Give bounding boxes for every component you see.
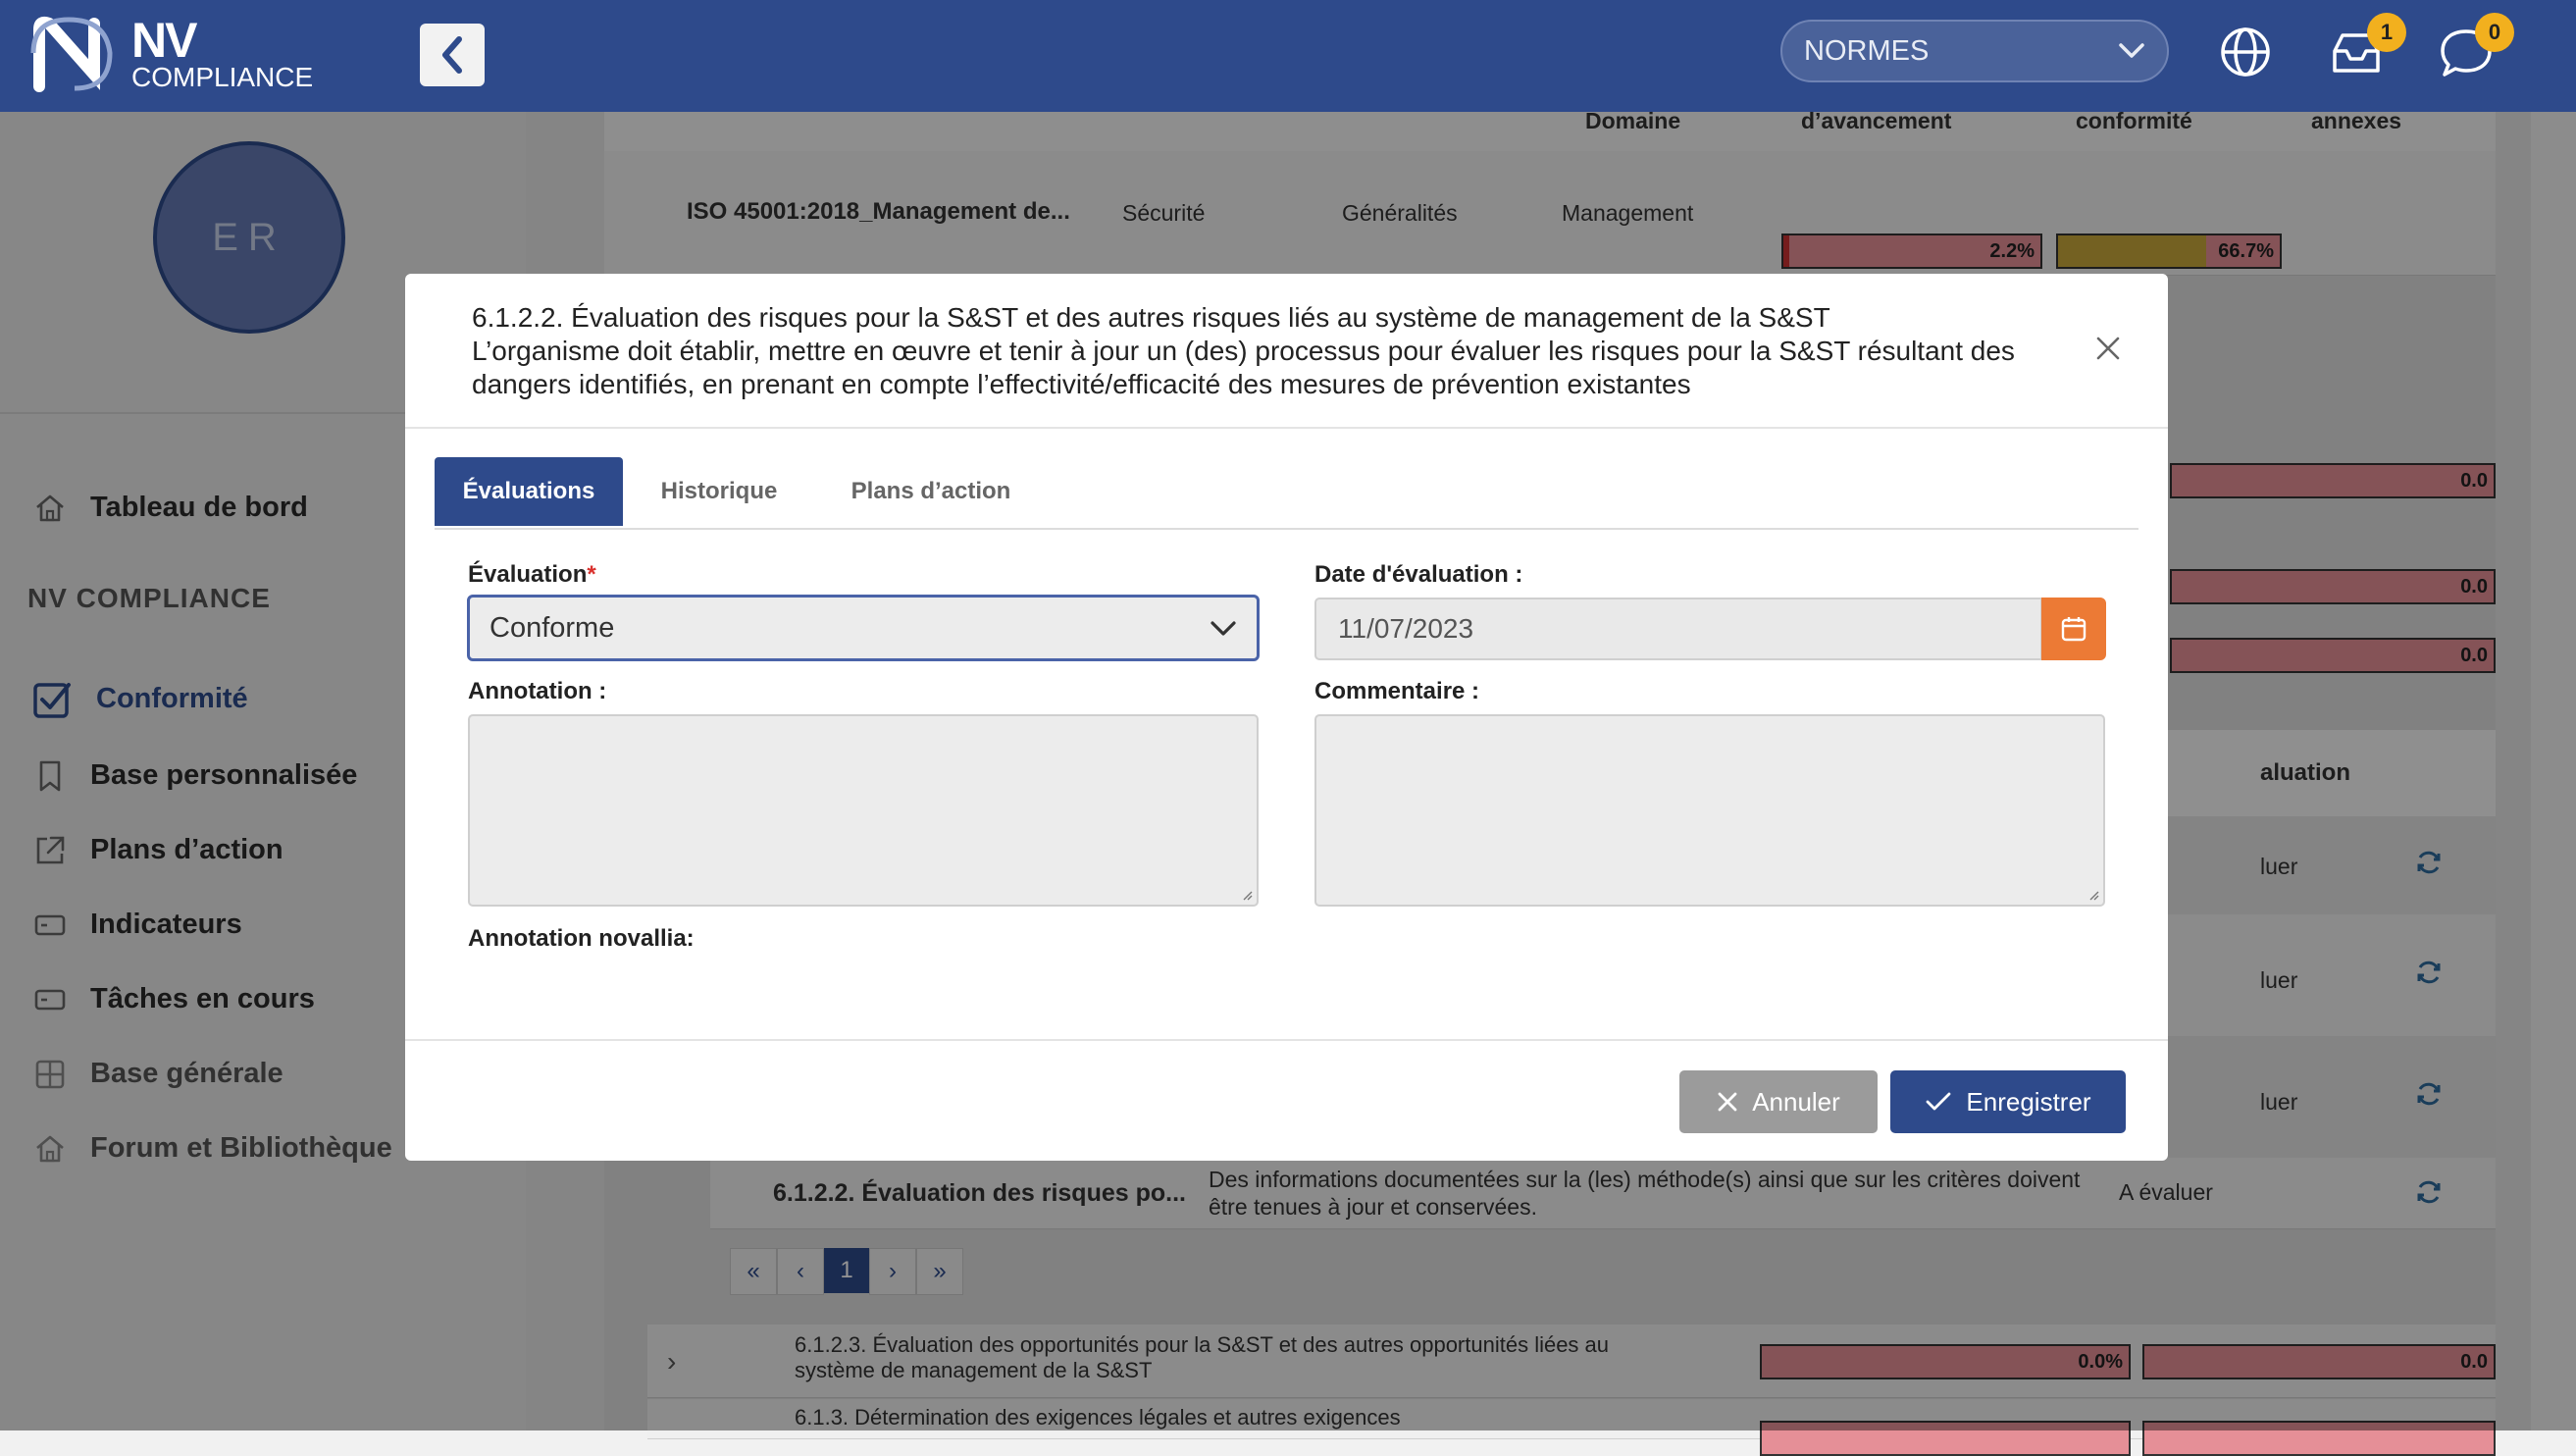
norme-select-value: NORMES (1804, 34, 1930, 67)
modal-tabs: Évaluations Historique Plans d’action (435, 457, 2138, 530)
chevron-down-icon (1211, 621, 1236, 636)
logo-mark-icon (30, 16, 113, 92)
modal-title: 6.1.2.2. Évaluation des risques pour la … (472, 302, 1830, 333)
annotation-textarea[interactable] (468, 714, 1259, 907)
close-icon (1718, 1092, 1737, 1112)
calendar-icon (2061, 617, 2087, 642)
resize-grip-icon[interactable] (1241, 889, 1253, 901)
logo-subtext: COMPLIANCE (131, 62, 314, 92)
tab-historique[interactable]: Historique (627, 457, 811, 526)
chevron-left-icon (442, 36, 462, 74)
top-bar: NV COMPLIANCE NORMES 1 0 (0, 0, 2576, 112)
app-logo[interactable]: NV COMPLIANCE (29, 14, 313, 94)
save-button-label: Enregistrer (1966, 1086, 2091, 1117)
annotation-label: Annotation : (468, 678, 607, 704)
logo-text: NV (131, 13, 197, 68)
modal-header: 6.1.2.2. Évaluation des risques pour la … (405, 274, 2168, 429)
cancel-button[interactable]: Annuler (1679, 1070, 1878, 1133)
evaluation-modal: 6.1.2.2. Évaluation des risques pour la … (405, 274, 2168, 1161)
globe-icon (2221, 27, 2270, 77)
date-picker-button[interactable] (2041, 598, 2106, 660)
norme-select[interactable]: NORMES (1780, 20, 2169, 82)
resize-grip-icon[interactable] (2087, 889, 2099, 901)
chevron-down-icon (2119, 43, 2144, 58)
evaluation-select[interactable]: Conforme (467, 595, 1260, 661)
tab-evaluations[interactable]: Évaluations (435, 457, 623, 526)
date-input-value: 11/07/2023 (1338, 613, 1474, 644)
chat-badge: 0 (2475, 13, 2514, 52)
evaluation-select-value: Conforme (489, 611, 615, 644)
cancel-button-label: Annuler (1752, 1086, 1840, 1117)
inbox-badge: 1 (2367, 13, 2406, 52)
close-icon[interactable] (2094, 335, 2122, 362)
check-icon (1927, 1092, 1951, 1111)
back-button[interactable] (420, 24, 485, 86)
evaluation-label-text: Évaluation (468, 561, 588, 588)
date-input[interactable]: 11/07/2023 (1314, 598, 2042, 660)
date-label: Date d'évaluation : (1314, 561, 1523, 588)
modal-description: L’organisme doit établir, mettre en œuvr… (472, 336, 2015, 399)
tab-plans-action[interactable]: Plans d’action (813, 457, 1049, 526)
evaluation-label: Évaluation* (468, 561, 596, 589)
annotation-novallia-label: Annotation novallia: (468, 925, 695, 952)
modal-footer-divider (405, 1039, 2168, 1041)
comment-label: Commentaire : (1314, 678, 1480, 704)
save-button[interactable]: Enregistrer (1890, 1070, 2126, 1133)
required-marker: * (587, 561, 596, 588)
modal-title-block: 6.1.2.2. Évaluation des risques pour la … (472, 301, 2041, 401)
language-button[interactable] (2219, 26, 2278, 84)
comment-textarea[interactable] (1314, 714, 2105, 907)
